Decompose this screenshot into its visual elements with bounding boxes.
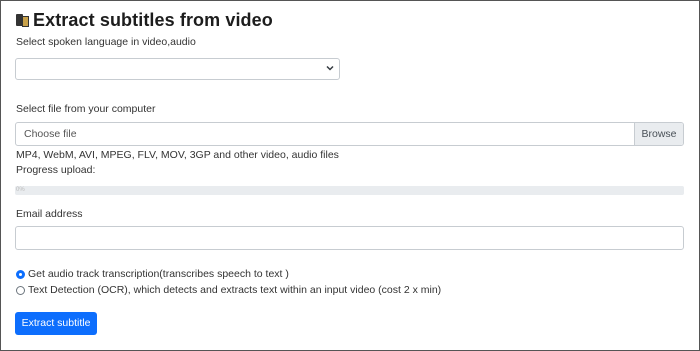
upload-progress-bar: 0%	[15, 186, 684, 195]
file-formats-hint: MP4, WebM, AVI, MPEG, FLV, MOV, 3GP and …	[16, 149, 339, 161]
upload-progress-percent: 0%	[16, 187, 25, 193]
language-select[interactable]	[15, 58, 340, 80]
radio-ocr[interactable]	[16, 285, 25, 295]
mode-option-ocr[interactable]: Text Detection (OCR), which detects and …	[16, 284, 441, 296]
file-label: Select file from your computer	[16, 103, 156, 115]
progress-label: Progress upload:	[16, 164, 96, 176]
browse-button[interactable]: Browse	[634, 123, 683, 145]
mode-option-label: Text Detection (OCR), which detects and …	[28, 284, 442, 296]
mode-option-transcription[interactable]: Get audio track transcription(transcribe…	[16, 268, 289, 280]
email-field[interactable]	[15, 226, 684, 250]
header: Extract subtitles from video	[16, 10, 273, 31]
radio-transcription[interactable]	[16, 269, 25, 279]
mode-option-label: Get audio track transcription(transcribe…	[28, 268, 289, 280]
file-placeholder: Choose file	[24, 128, 77, 140]
page-frame	[0, 0, 700, 351]
extract-subtitle-button[interactable]: Extract subtitle	[15, 312, 97, 335]
language-label: Select spoken language in video,audio	[16, 36, 196, 48]
file-input[interactable]: Choose file Browse	[15, 122, 684, 146]
page-title: Extract subtitles from video	[33, 10, 273, 30]
subtitle-app-icon	[16, 13, 30, 28]
email-label: Email address	[16, 208, 83, 220]
chevron-down-icon	[326, 65, 334, 71]
